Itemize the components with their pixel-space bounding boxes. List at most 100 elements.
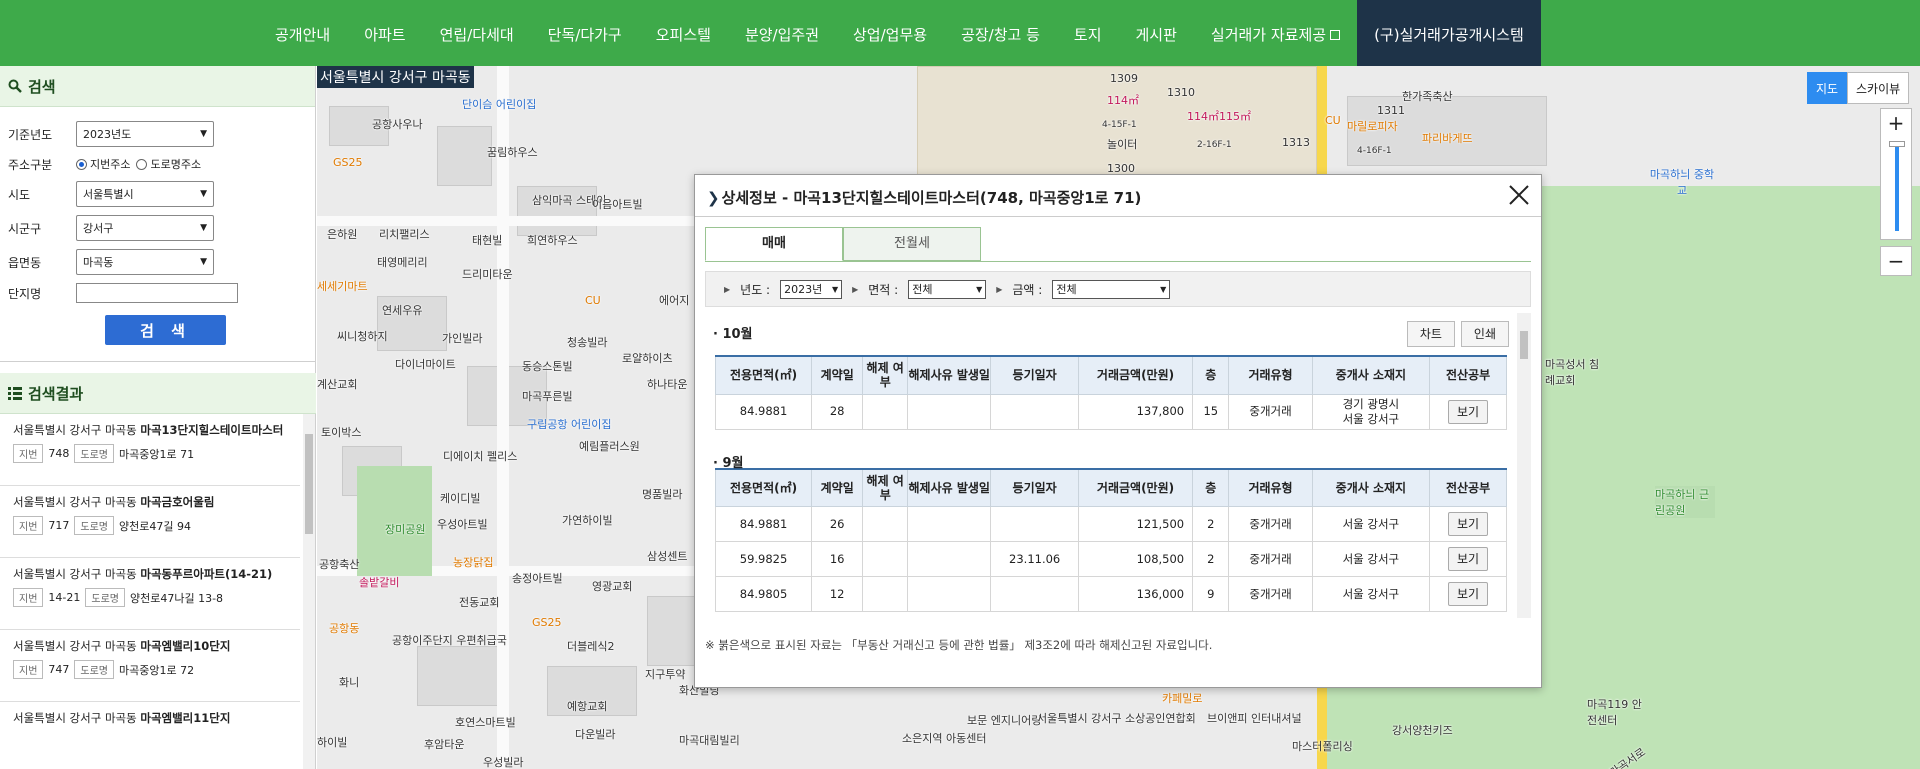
- result-jibun: 14-21: [48, 591, 81, 604]
- map-poi: 우성아트빌: [437, 518, 488, 531]
- map-poi: 화니: [339, 676, 360, 689]
- cell-area: 84.9805: [714, 576, 813, 612]
- view-button[interactable]: 보기: [1447, 399, 1489, 424]
- nav-townhouse[interactable]: 연립/다세대: [423, 0, 531, 66]
- list-item[interactable]: 서울특별시 강서구 마곡동 마곡엠밸리10단지 지번 747 도로명 마곡중앙1로 7…: [0, 630, 300, 702]
- nav-factory[interactable]: 공장/창고 등: [944, 0, 1057, 66]
- sigungu-select[interactable]: 강서구 ▼: [76, 215, 214, 241]
- table-row: 84.9805 12 136,000 9 중개거래 서울 강서구 보기: [714, 576, 1507, 612]
- transaction-table-area: · 10월 차트 인쇄 전용면적(㎡) 계약일 해제 여부 해제사유 발생일 등…: [705, 313, 1531, 618]
- chevron-down-icon: ▼: [1160, 284, 1167, 294]
- cell-floor: 2: [1192, 541, 1230, 577]
- year-select-value: 2023년도: [83, 128, 132, 141]
- jibun-tag: 지번: [13, 516, 44, 535]
- nav-data-provision[interactable]: 실거래가 자료제공: [1194, 0, 1357, 66]
- cell-type: 중개거래: [1228, 393, 1313, 430]
- month-label: · 9월: [713, 455, 744, 471]
- nav-apartment[interactable]: 아파트: [347, 0, 422, 66]
- year-filter-select[interactable]: 2023년 ▼: [780, 279, 843, 299]
- triangle-icon: ▶: [724, 284, 731, 294]
- map-poi: 장미공원: [385, 521, 426, 537]
- sigungu-label: 시군구: [8, 221, 42, 236]
- view-button[interactable]: 보기: [1447, 582, 1489, 606]
- list-item[interactable]: 서울특별시 강서구 마곡동 마곡엠밸리11단지: [0, 702, 300, 769]
- modal-title: 상세정보 - 마곡13단지힐스테이트마스터(748, 마곡중앙1로 71): [721, 189, 1142, 207]
- list-item[interactable]: 서울특별시 강서구 마곡동 마곡금호어울림 지번 717 도로명 양천로47길 94: [0, 486, 300, 558]
- price-filter-label: 금액 :: [1012, 282, 1043, 297]
- cell-type: 중개거래: [1228, 541, 1313, 577]
- map-poi: 놀이터: [1107, 138, 1138, 151]
- map-poi: 서울특별시 강서구 소상공인연합회: [1037, 712, 1196, 725]
- nav-legacy-system[interactable]: (구)실거래가공개시스템: [1357, 0, 1541, 66]
- area-filter-select[interactable]: 전체 ▼: [908, 279, 987, 299]
- map-poi: 꿈림하우스: [487, 146, 538, 159]
- zoom-control: +: [1880, 108, 1912, 240]
- view-button[interactable]: 보기: [1447, 547, 1489, 571]
- map-block: [437, 126, 492, 186]
- cell-reg-date: 23.11.06: [990, 541, 1079, 577]
- radio-jibun[interactable]: 지번주소: [76, 156, 130, 172]
- nav-commercial[interactable]: 상업/업무용: [836, 0, 944, 66]
- col-cancel: 해제 여부: [862, 355, 909, 395]
- cell-price: 121,500: [1077, 506, 1194, 542]
- list-item[interactable]: 서울특별시 강서구 마곡동 마곡동푸르아파트(14-21) 지번 14-21 도로명…: [0, 558, 300, 630]
- complex-name-input[interactable]: [76, 283, 238, 303]
- map-poi: 전동교회: [459, 596, 500, 609]
- cell-reg-date: [990, 393, 1079, 430]
- nav-detached[interactable]: 단독/다가구: [531, 0, 639, 66]
- col-cancel: 해제 여부: [862, 467, 909, 507]
- cell-day: 16: [811, 541, 864, 577]
- sido-select-value: 서울특별시: [83, 188, 134, 201]
- scrollbar-thumb[interactable]: [305, 434, 313, 534]
- skyview-button[interactable]: 스카이뷰: [1847, 72, 1910, 104]
- map-poi: 로얄하이츠: [622, 352, 673, 365]
- cell-agent: 서울 강서구: [1311, 541, 1431, 577]
- nav-public-info[interactable]: 공개안내: [258, 0, 347, 66]
- map-block: [417, 646, 507, 706]
- map-poi: 청송빌라: [567, 336, 608, 349]
- nav-officetel[interactable]: 오피스텔: [639, 0, 728, 66]
- chart-button[interactable]: 차트: [1406, 321, 1455, 347]
- zoom-slider[interactable]: [1881, 139, 1911, 239]
- zoom-out-button[interactable]: −: [1880, 246, 1912, 276]
- close-icon[interactable]: [1507, 183, 1531, 207]
- print-button[interactable]: 인쇄: [1460, 321, 1509, 347]
- nav-land[interactable]: 토지: [1057, 0, 1119, 66]
- map-poi: 마스터폴리싱: [1292, 740, 1353, 753]
- tab-sale[interactable]: 매매: [705, 227, 843, 261]
- nav-presale[interactable]: 분양/입주권: [728, 0, 836, 66]
- dong-select[interactable]: 마곡동 ▼: [76, 249, 214, 275]
- cell-type: 중개거래: [1228, 506, 1313, 542]
- map-poi: 마곡푸른빌: [522, 390, 573, 403]
- map-poi: 공항사우나: [372, 118, 423, 131]
- results-scrollbar[interactable]: [303, 414, 315, 769]
- col-type: 거래유형: [1228, 355, 1313, 395]
- nav-board[interactable]: 게시판: [1119, 0, 1194, 66]
- result-title: 서울특별시 강서구 마곡동 마곡엠밸리11단지: [13, 710, 292, 727]
- sido-label: 시도: [8, 187, 31, 202]
- radio-dot: [136, 158, 148, 170]
- zoom-slider-handle[interactable]: [1889, 141, 1905, 147]
- radio-road[interactable]: 도로명주소: [136, 156, 201, 172]
- zoom-in-button[interactable]: +: [1881, 109, 1911, 139]
- search-icon: [8, 79, 22, 93]
- price-filter-select[interactable]: 전체 ▼: [1052, 279, 1171, 299]
- col-price: 거래금액(만원): [1077, 355, 1194, 395]
- map-poi: 연세우유: [382, 304, 423, 317]
- tab-rent[interactable]: 전월세: [843, 227, 981, 261]
- search-button[interactable]: 검 색: [105, 315, 226, 345]
- scrollbar-thumb[interactable]: [1520, 331, 1528, 359]
- modal-scrollbar[interactable]: [1517, 313, 1531, 618]
- map-poi: 공항동: [329, 622, 360, 635]
- map-poi: 우성빌라: [483, 756, 524, 769]
- col-cancel-date: 해제사유 발생일: [907, 467, 992, 507]
- sido-select[interactable]: 서울특별시 ▼: [76, 181, 214, 207]
- map-poi: 케이디빌: [440, 492, 481, 505]
- view-button[interactable]: 보기: [1447, 512, 1489, 536]
- list-item[interactable]: 서울특별시 강서구 마곡동 마곡13단지힐스테이트마스터 지번 748 도로명 마곡중…: [0, 414, 300, 486]
- map-address-label: 서울특별시 강서구 마곡동: [317, 66, 474, 88]
- cell-cancel-date: [907, 576, 992, 612]
- chevron-down-icon: ▼: [831, 284, 839, 294]
- year-select[interactable]: 2023년도 ▼: [76, 121, 214, 147]
- map-view-button[interactable]: 지도: [1807, 72, 1848, 104]
